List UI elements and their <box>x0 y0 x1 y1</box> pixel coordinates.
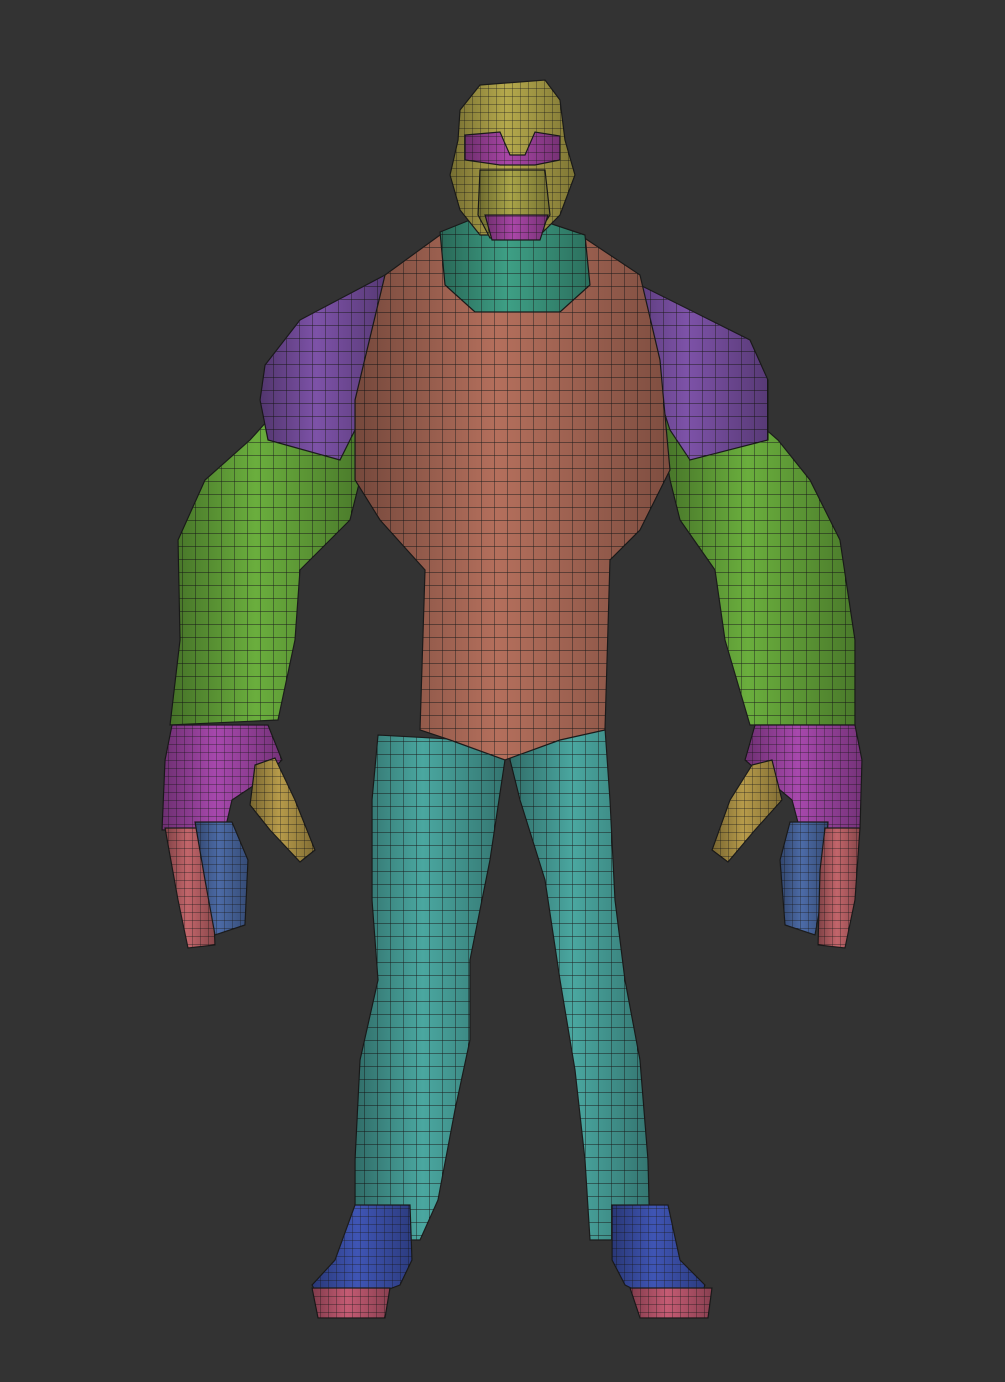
polygroup-leg-left <box>354 734 506 1241</box>
polygroup-foot-left <box>311 1204 413 1301</box>
polygroup-thumb-right <box>711 759 783 863</box>
polygroup-arm-left <box>169 419 361 726</box>
polygroup-fingers-pink-right <box>817 827 861 949</box>
polygroup-leg-right <box>509 727 651 1241</box>
polygroup-torso <box>354 234 671 761</box>
polygroup-mesh-figure <box>161 79 863 1319</box>
polygroup-toes-right <box>629 1287 713 1319</box>
polygroup-thumb-left <box>249 757 316 863</box>
3d-viewport[interactable] <box>0 0 1005 1382</box>
polygroup-toes-left <box>311 1287 391 1319</box>
polygroup-mouth-region <box>484 214 549 241</box>
polygroup-foot-right <box>611 1204 706 1301</box>
polygroup-arm-right <box>659 419 856 726</box>
